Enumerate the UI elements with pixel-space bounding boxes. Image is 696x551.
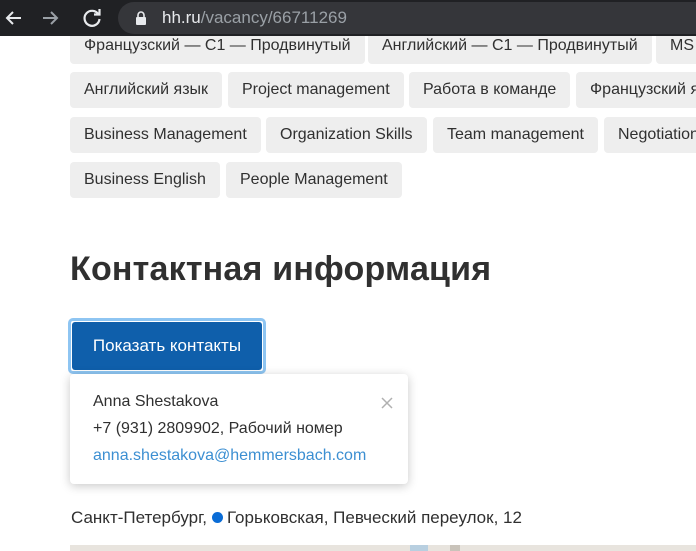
skill-tag: Project management <box>228 72 404 108</box>
address-city: Санкт-Петербург, <box>71 508 207 527</box>
contact-name: Anna Shestakova <box>93 393 219 410</box>
url-path: /vacancy/66711269 <box>200 8 347 27</box>
close-icon[interactable] <box>380 396 394 410</box>
arrow-right-icon <box>43 11 59 25</box>
lock-icon <box>136 11 146 25</box>
contact-email-link[interactable]: anna.shestakova@hemmersbach.com <box>93 447 366 465</box>
address-details: Горьковская, Певческий переулок, 12 <box>226 508 522 527</box>
skill-tag: Английский — C1 — Продвинутый <box>368 36 652 64</box>
skill-tag: Negotiation <box>604 117 696 153</box>
skill-tag: Французский я <box>576 72 696 108</box>
map-preview[interactable] <box>70 545 696 551</box>
section-title: Контактная информация <box>70 250 492 288</box>
browser-toolbar: hh.ru/vacancy/66711269 <box>0 0 696 36</box>
show-contacts-label: Показать контакты <box>72 322 262 370</box>
skill-tag: Business Management <box>70 117 261 153</box>
skill-tag: Organization Skills <box>266 117 427 153</box>
contacts-popup: Anna Shestakova +7 (931) 2809902, Рабочи… <box>70 374 408 484</box>
forward-button[interactable] <box>38 6 62 30</box>
address: Санкт-Петербург, Горьковская, Певческий п… <box>71 508 522 528</box>
skill-tag: Team management <box>433 117 598 153</box>
map-feature <box>410 545 428 551</box>
metro-station-icon <box>211 512 223 523</box>
reload-icon <box>83 9 101 27</box>
show-contacts-button[interactable]: Показать контакты <box>68 318 266 374</box>
reload-button[interactable] <box>80 6 104 30</box>
skill-tag: Английский язык <box>70 72 223 108</box>
url-host: hh.ru <box>162 8 201 27</box>
contact-phone[interactable]: +7 (931) 2809902, Рабочий номер <box>93 420 343 438</box>
url-text: hh.ru/vacancy/66711269 <box>162 9 347 27</box>
map-feature <box>450 545 460 551</box>
address-bar[interactable]: hh.ru/vacancy/66711269 <box>118 2 696 34</box>
skill-tag: MS <box>656 36 696 64</box>
skill-tag: Работа в команде <box>409 72 571 108</box>
skill-tag: Business English <box>70 162 220 198</box>
page-content: Французский — C1 — Продвинутый Английски… <box>0 36 696 551</box>
arrow-left-icon <box>5 11 21 25</box>
back-button[interactable] <box>2 6 26 30</box>
skill-tag: People Management <box>226 162 402 198</box>
skill-tag: Французский — C1 — Продвинутый <box>70 36 365 64</box>
